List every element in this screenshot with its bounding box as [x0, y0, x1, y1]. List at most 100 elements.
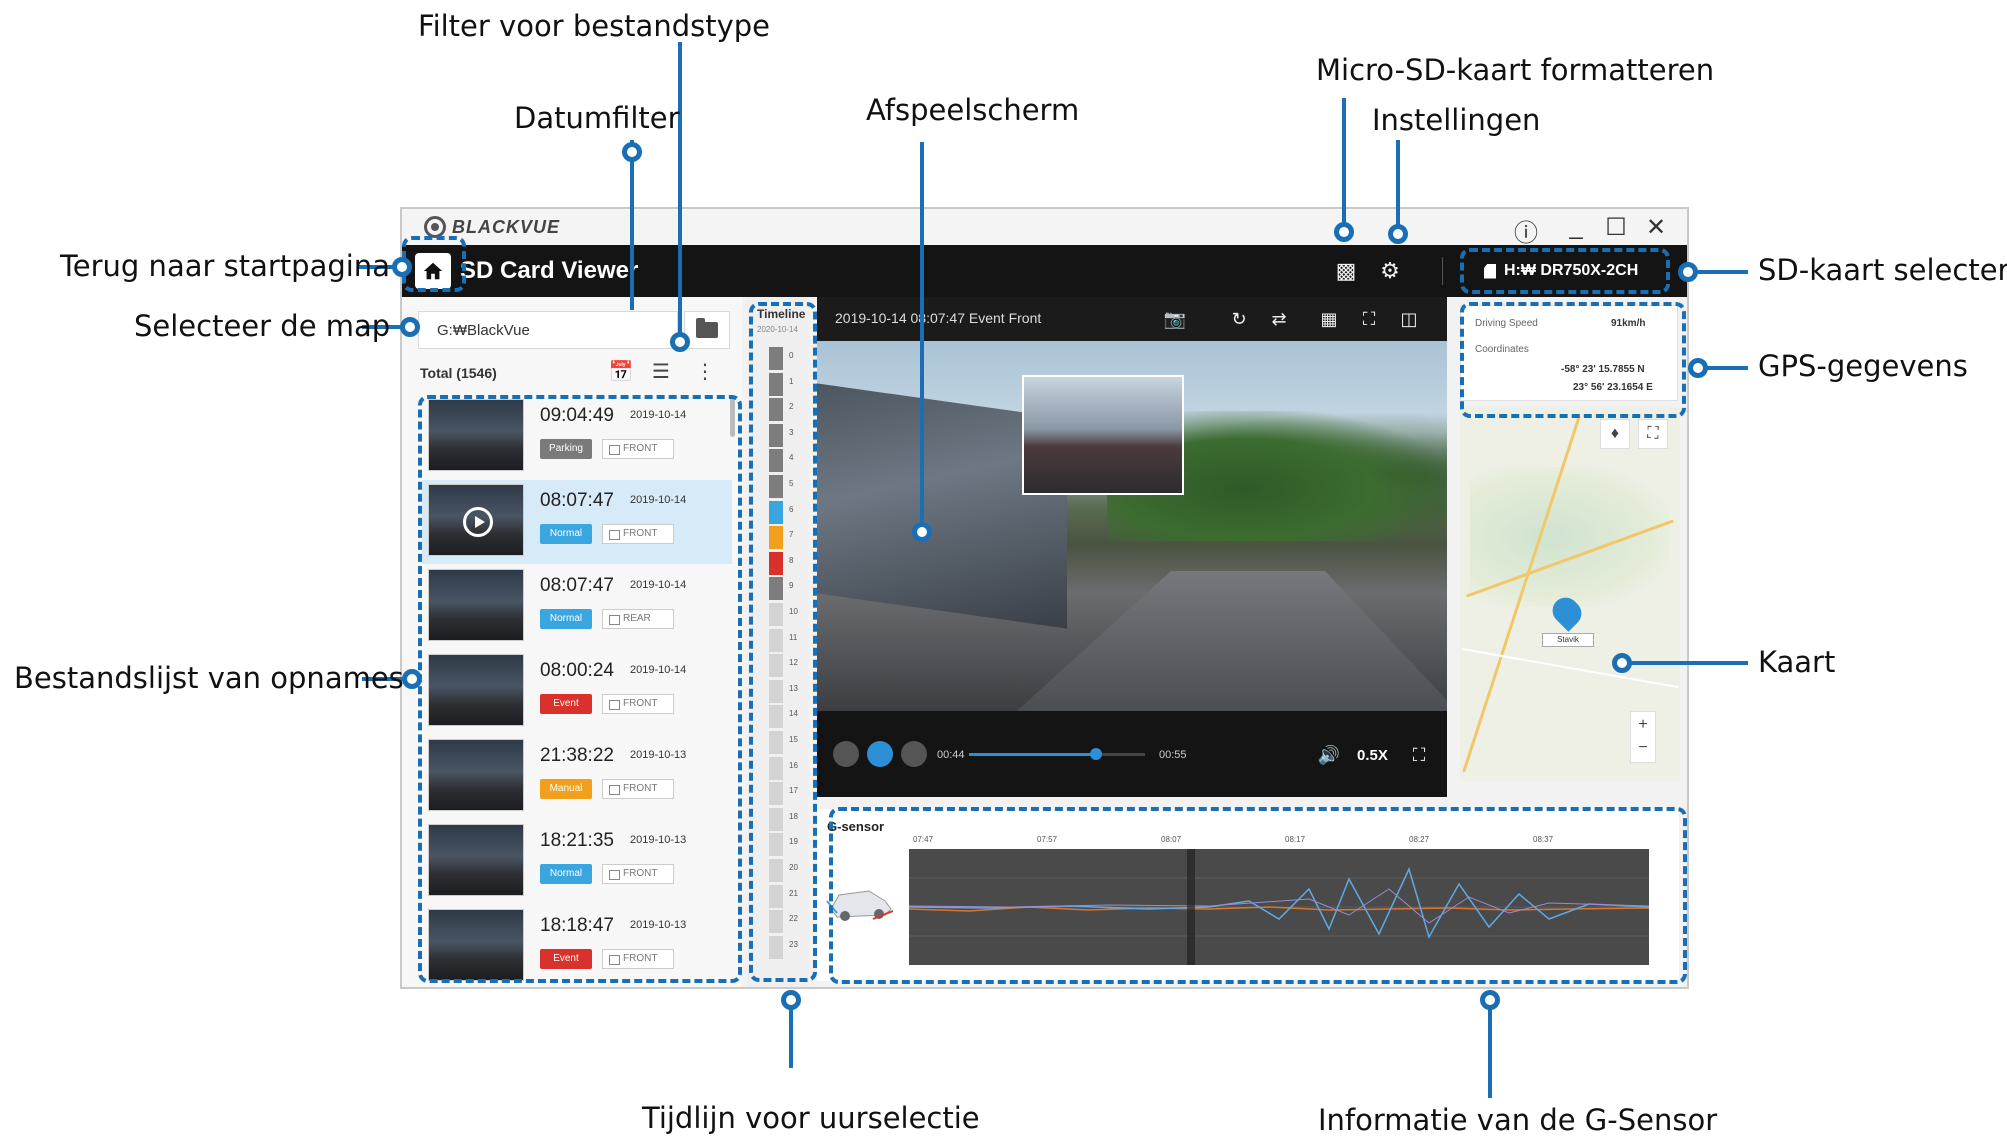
timeline-hour-cell[interactable]: [769, 449, 783, 473]
pause-button[interactable]: [867, 741, 893, 767]
timeline-hour-cell[interactable]: [769, 731, 783, 754]
timeline-hour-cell[interactable]: [769, 577, 783, 601]
timeline-hour-cell[interactable]: [769, 859, 783, 882]
list-item[interactable]: 08:07:47 2019-10-14 Normal FRONT: [422, 480, 732, 564]
sd-card-icon: [1484, 263, 1496, 279]
volume-icon[interactable]: 🔊: [1317, 743, 1341, 767]
maximize-icon[interactable]: ☐: [1602, 213, 1630, 242]
close-icon[interactable]: ✕: [1642, 213, 1670, 242]
video-thumbnail[interactable]: [428, 654, 524, 726]
timeline-hour-cell[interactable]: [769, 705, 783, 729]
gear-icon[interactable]: ⚙: [1378, 259, 1402, 283]
callout-dot: [1480, 990, 1500, 1010]
previous-icon[interactable]: [833, 741, 859, 767]
timeline-hour-cell[interactable]: [769, 372, 783, 396]
timeline-hour-cell[interactable]: [769, 398, 783, 422]
file-type-filter-icon[interactable]: ☰: [648, 359, 674, 385]
timeline-hour-cell[interactable]: [769, 910, 783, 934]
timeline-hour-cell[interactable]: [769, 833, 783, 857]
timeline-hour-cell[interactable]: [769, 884, 783, 908]
timeline-hour-cell[interactable]: [769, 756, 783, 780]
browse-folder-button[interactable]: [684, 311, 730, 349]
home-button[interactable]: [415, 253, 451, 289]
toolbar: SD Card Viewer ▩ ⚙ H:₩ DR750X-2CH: [402, 245, 1687, 297]
layers-icon[interactable]: ♦: [1600, 419, 1630, 449]
file-type-badge: Normal: [540, 609, 592, 629]
camera-tag: FRONT: [602, 779, 674, 799]
video-thumbnail[interactable]: [428, 569, 524, 641]
file-type-badge: Normal: [540, 864, 592, 884]
fullscreen-icon[interactable]: ⛶: [1357, 307, 1381, 331]
gsensor-chart[interactable]: [909, 849, 1649, 965]
video-frame[interactable]: [817, 341, 1447, 711]
more-options-icon[interactable]: ⋮: [692, 359, 718, 385]
list-item[interactable]: 08:07:47 2019-10-14 Normal REAR: [422, 565, 732, 649]
video-thumbnail[interactable]: [428, 824, 524, 896]
list-item[interactable]: 08:00:24 2019-10-14 Event FRONT: [422, 650, 732, 734]
toolbar-divider: [1442, 257, 1443, 285]
play-icon[interactable]: [463, 507, 493, 537]
home-icon: [423, 262, 443, 280]
info-icon[interactable]: ⓘ: [1512, 213, 1540, 248]
gsensor-tick-label: 08:07: [1161, 835, 1182, 844]
seek-bar[interactable]: [969, 748, 1145, 760]
timeline-hour-cell[interactable]: [769, 423, 783, 447]
list-item[interactable]: 18:18:47 2019-10-13 Event FRONT: [422, 905, 732, 987]
map-fullscreen-icon[interactable]: ⛶: [1638, 419, 1668, 449]
timeline-hour-cell[interactable]: [769, 551, 783, 575]
timeline-hour-label: 12: [789, 658, 798, 668]
date-filter-icon[interactable]: 📅: [608, 359, 634, 385]
timeline-hour-cell[interactable]: [769, 807, 783, 831]
timeline-hour-cell[interactable]: [769, 500, 783, 524]
timeline-hour-cell[interactable]: [769, 603, 783, 626]
video-thumbnail[interactable]: [428, 909, 524, 981]
timeline-hour-cell[interactable]: [769, 526, 783, 550]
timeline-hour-cell[interactable]: [769, 935, 783, 959]
list-item[interactable]: 09:04:49 2019-10-14 Parking FRONT: [422, 395, 732, 479]
video-thumbnail[interactable]: [428, 739, 524, 811]
callout-dot: [1688, 358, 1708, 378]
timeline-hour-label: 1: [789, 376, 794, 386]
list-item[interactable]: 21:38:22 2019-10-13 Manual FRONT: [422, 735, 732, 819]
sd-card-select[interactable]: H:₩ DR750X-2CH: [1474, 255, 1662, 287]
video-thumbnail[interactable]: [428, 484, 524, 556]
zoom-out-icon[interactable]: −: [1631, 738, 1655, 764]
timeline-hour-cell[interactable]: [769, 475, 783, 498]
minimize-icon[interactable]: _: [1562, 213, 1590, 241]
callout-dot: [1678, 262, 1698, 282]
file-type-badge: Manual: [540, 779, 592, 799]
map[interactable]: ♦ ⛶ Stavik + −: [1460, 407, 1680, 781]
zoom-in-icon[interactable]: +: [1631, 712, 1655, 738]
mirror-icon[interactable]: ⇄: [1267, 307, 1291, 331]
seek-handle[interactable]: [1089, 748, 1102, 760]
timeline-hour-label: 7: [789, 530, 794, 540]
file-panel: G:₩BlackVue Total (1546) 📅 ☰ ⋮ 09:04:49 2…: [402, 297, 742, 987]
timeline-hour-label: 5: [789, 479, 794, 488]
list-item[interactable]: 18:21:35 2019-10-13 Normal FRONT: [422, 820, 732, 904]
zoom-control[interactable]: + −: [1630, 711, 1656, 763]
camera-tag: FRONT: [602, 864, 674, 884]
camera-icon[interactable]: 📷: [1163, 307, 1187, 331]
scrollbar[interactable]: [730, 397, 735, 437]
file-date: 2019-10-13: [630, 749, 687, 761]
gsensor-tick-label: 07:57: [1037, 835, 1058, 844]
folder-icon: [696, 318, 718, 338]
next-icon[interactable]: [901, 741, 927, 767]
rotate-icon[interactable]: ↻: [1227, 307, 1251, 331]
expand-icon[interactable]: ⛶: [1407, 743, 1431, 767]
timeline-hour-cell[interactable]: [769, 782, 783, 806]
longitude: 23° 56' 23.1654 E: [1573, 382, 1653, 393]
timeline-hour-cell[interactable]: [769, 679, 783, 703]
split-view-icon[interactable]: ▦: [1317, 307, 1341, 331]
timeline-hour-cell[interactable]: [769, 347, 783, 370]
folder-path-field[interactable]: G:₩BlackVue: [418, 311, 678, 349]
timeline-hour-cell[interactable]: [769, 654, 783, 678]
seek-progress: [969, 753, 1096, 756]
video-thumbnail[interactable]: [428, 399, 524, 471]
brand-name: BLACKVUE: [452, 216, 561, 237]
rear-camera-pip[interactable]: [1022, 375, 1184, 495]
export-icon[interactable]: ◫: [1397, 307, 1421, 331]
timeline-hour-cell[interactable]: [769, 628, 783, 652]
playback-speed[interactable]: 0.5X: [1357, 747, 1388, 764]
format-sd-icon[interactable]: ▩: [1334, 259, 1358, 283]
